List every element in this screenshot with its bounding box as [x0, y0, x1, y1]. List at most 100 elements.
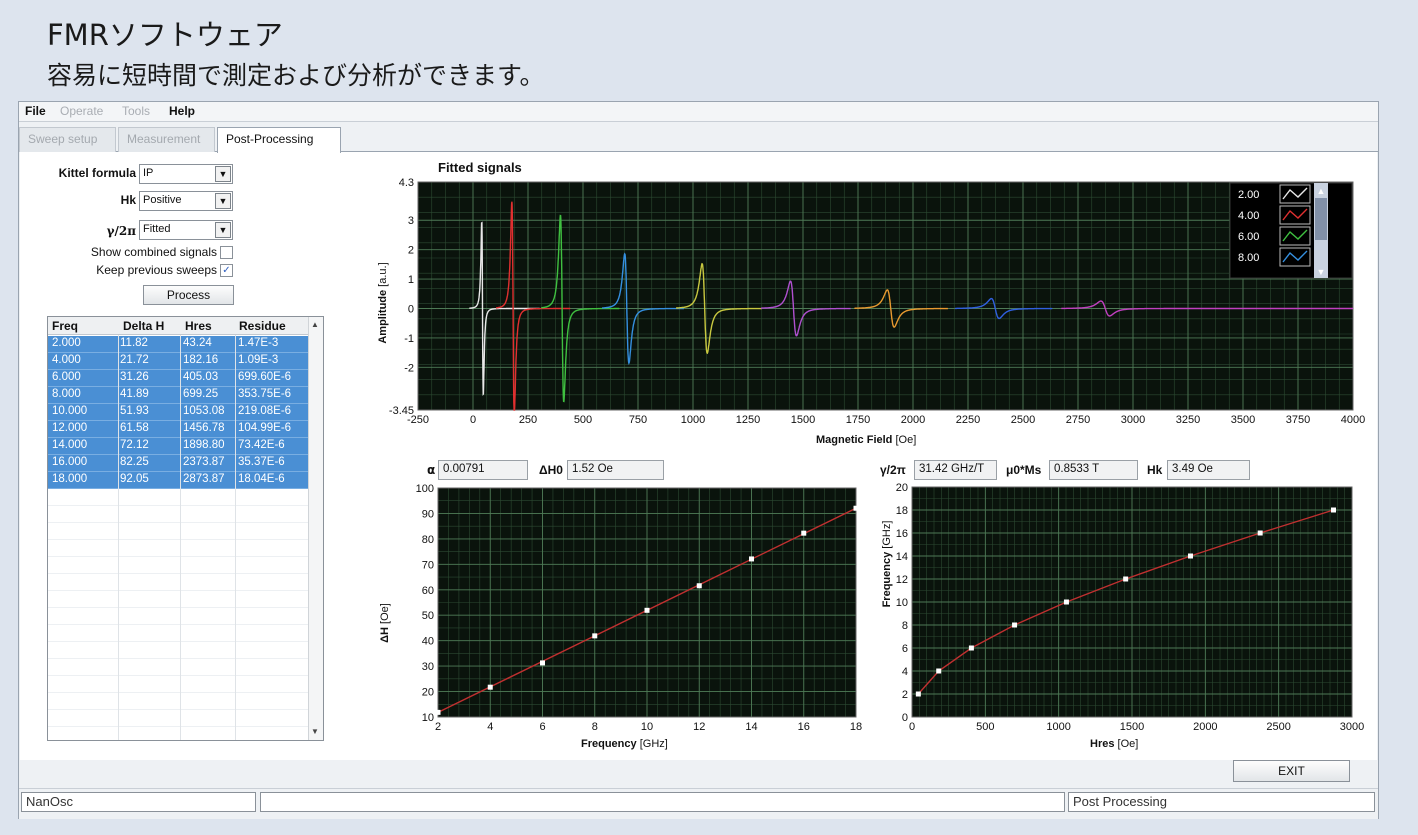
legend-scroll-up-icon: ▲ [1317, 186, 1326, 196]
x-tick-label: 2500 [1011, 414, 1035, 426]
page-subtitle: 容易に短時間で測定および分析ができます。 [47, 61, 545, 90]
alpha-field: 0.00791 [438, 460, 528, 480]
freq-y-axis-unit: [GHz] [881, 520, 893, 549]
y-tick-label: 16 [896, 528, 908, 540]
y-tick-label: -2 [404, 362, 414, 374]
post-processing-panel: Kittel formula IP ▼ Hk Positive ▼ γ/2π F… [20, 152, 1377, 760]
status-message-field [260, 792, 1065, 812]
x-tick-label: 3250 [1176, 414, 1200, 426]
status-mode-field: Post Processing [1068, 792, 1375, 812]
y-tick-label: 12 [896, 574, 908, 586]
y-tick-label: 90 [422, 508, 434, 520]
x-tick-label: 3000 [1121, 414, 1145, 426]
freq-y-axis-label: Frequency [GHz] [881, 509, 893, 619]
page-title: FMRソフトウェア [47, 18, 283, 52]
y-tick-label: -1 [404, 333, 414, 345]
page-header: FMRソフトウェア 容易に短時間で測定および分析ができます。 [0, 0, 1418, 100]
dh-x-axis-unit: [GHz] [639, 738, 668, 750]
y-tick-label: 6 [902, 643, 908, 655]
y-tick-label: 20 [422, 687, 434, 699]
x-tick-label: 3750 [1286, 414, 1310, 426]
x-tick-label: 4000 [1341, 414, 1365, 426]
data-point [644, 607, 650, 613]
menu-file[interactable]: File [25, 104, 46, 118]
y-tick-label: -3.45 [389, 405, 414, 417]
x-tick-label: 1000 [681, 414, 705, 426]
y-tick-label: 2 [408, 245, 414, 257]
signals-legend: 2.00 4.00 6.00 8.00 ▲ ▼ [1229, 182, 1353, 279]
y-tick-label: 18 [896, 505, 908, 517]
dh-x-axis-name: Frequency [581, 738, 637, 750]
y-tick-label: 10 [896, 597, 908, 609]
freq-y-axis-name: Frequency [881, 551, 893, 608]
y-tick-label: 40 [422, 636, 434, 648]
dh-y-axis-unit: [Oe] [379, 603, 391, 624]
x-tick-label: 16 [798, 721, 810, 733]
x-tick-label: 4 [487, 721, 493, 733]
hk-result-label: Hk [1147, 463, 1163, 477]
y-tick-label: 4 [902, 666, 908, 678]
plot-area-1: 2 4 6 8 10 12 14 16 18 100 90 80 70 60 50 40 30 20 10 [416, 483, 862, 733]
menu-help[interactable]: Help [169, 104, 195, 118]
dh-x-axis-label: Frequency [GHz] [581, 738, 668, 750]
legend-label: 2.00 [1238, 189, 1259, 201]
legend-label: 8.00 [1238, 252, 1259, 264]
x-tick-label: 18 [850, 721, 862, 733]
legend-label: 6.00 [1238, 231, 1259, 243]
data-point [749, 556, 754, 562]
x-tick-label: 8 [592, 721, 598, 733]
alpha-label: α [427, 463, 436, 477]
y-tick-label: 14 [896, 551, 908, 563]
exit-button[interactable]: EXIT [1233, 760, 1350, 782]
x-tick-label: 0 [470, 414, 476, 426]
x-tick-label: 1750 [846, 414, 870, 426]
data-point [968, 645, 974, 651]
signals-chart: -250 0 250 500 750 1000 1250 1500 1750 2000 2250 25… [389, 177, 1365, 733]
data-point [853, 505, 859, 511]
data-point [1331, 507, 1337, 513]
data-point [487, 684, 493, 690]
gamma-result-label: γ/2π [880, 463, 906, 477]
x-tick-label: 250 [519, 414, 537, 426]
x-tick-label: 750 [629, 414, 647, 426]
y-tick-label: 1 [408, 274, 414, 286]
menu-operate[interactable]: Operate [60, 104, 103, 118]
y-tick-label: 10 [422, 712, 434, 724]
y-tick-label: 20 [896, 482, 908, 494]
x-tick-label: 1000 [1046, 721, 1070, 733]
y-tick-label: 3 [408, 215, 414, 227]
y-tick-label: 70 [422, 559, 434, 571]
x-tick-label: 2 [435, 721, 441, 733]
data-point [1187, 553, 1193, 559]
x-tick-label: 10 [641, 721, 653, 733]
tab-bar: Sweep setup Measurement Post-Processing [19, 124, 1378, 153]
x-tick-label: 14 [745, 721, 757, 733]
tab-post-processing[interactable]: Post-Processing [217, 127, 341, 153]
ms-field: 0.8533 T [1049, 460, 1138, 480]
x-tick-label: 3000 [1340, 721, 1364, 733]
data-point [540, 660, 545, 666]
y-tick-label: 60 [422, 585, 434, 597]
tab-measurement[interactable]: Measurement [118, 127, 215, 152]
data-point [435, 709, 441, 715]
menu-bar: File Operate Tools Help [19, 102, 1378, 122]
x-tick-label: 500 [976, 721, 994, 733]
plot-area-0: -250 0 250 500 750 1000 1250 1500 1750 2000 2250 25… [389, 177, 1365, 426]
dh-y-axis-name: ΔH [379, 627, 391, 643]
ms-label: μ0*Ms [1006, 463, 1042, 477]
hres-x-axis-unit: [Oe] [1117, 738, 1139, 750]
x-tick-label: 500 [574, 414, 592, 426]
x-tick-label: 2000 [1193, 721, 1217, 733]
hres-x-axis-name: Hres [1090, 738, 1115, 750]
y-tick-label: 50 [422, 610, 434, 622]
y-tick-label: 8 [902, 620, 908, 632]
nanosc-logo: NanOsc [26, 794, 73, 809]
y-tick-label: 100 [416, 483, 434, 495]
menu-tools[interactable]: Tools [122, 104, 150, 118]
x-tick-label: 1500 [1120, 721, 1144, 733]
tab-sweep-setup[interactable]: Sweep setup [19, 127, 116, 152]
data-point [592, 633, 598, 639]
data-point [1063, 599, 1069, 605]
y-tick-label: 4.3 [399, 177, 414, 189]
y-tick-label: 0 [408, 304, 414, 316]
